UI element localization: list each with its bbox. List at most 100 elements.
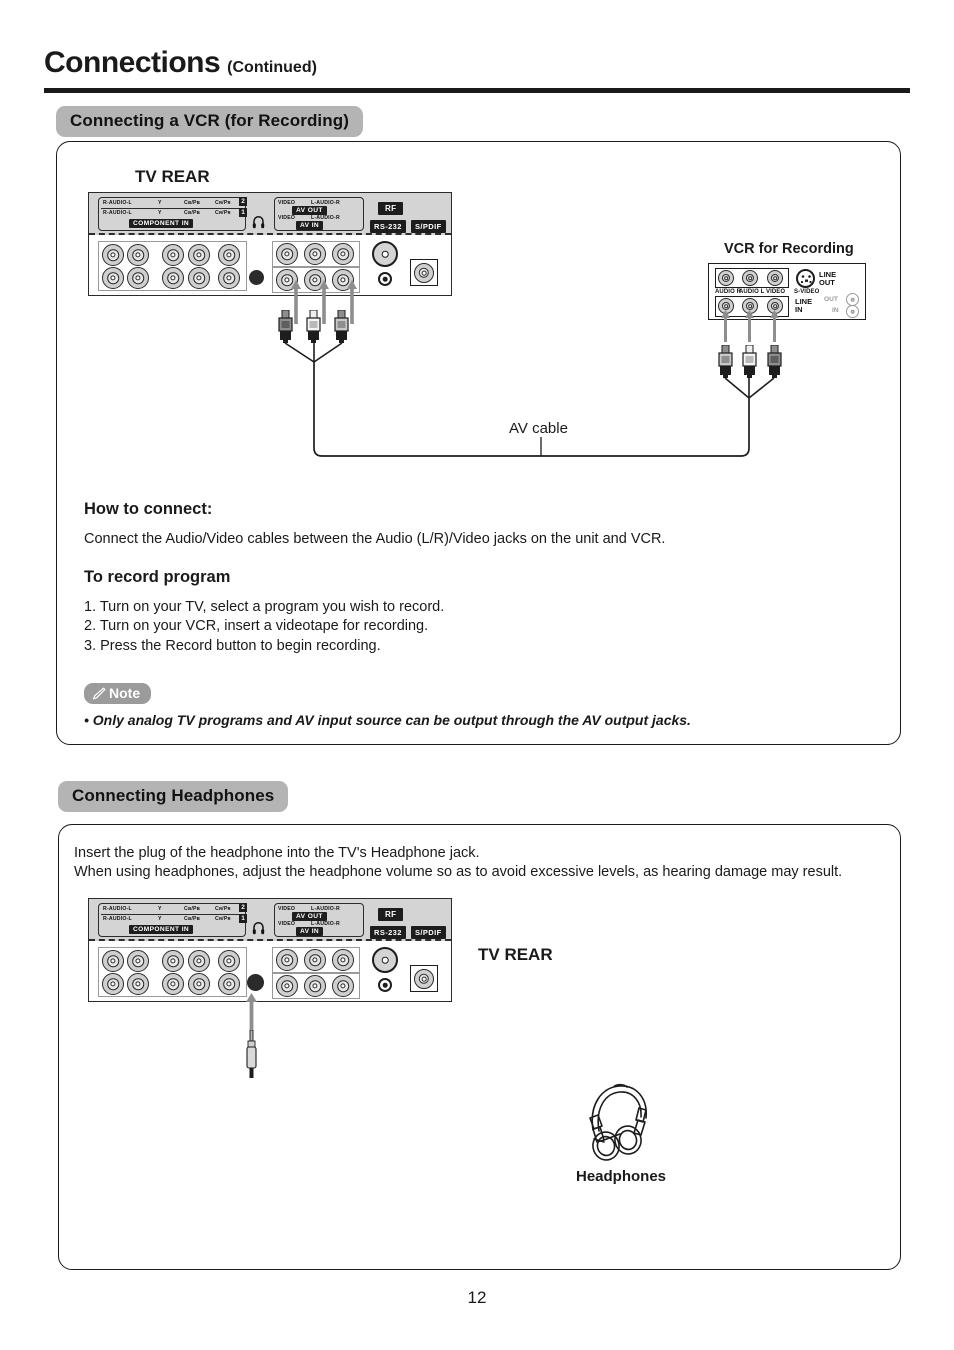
tv-rear-panel-diagram-2: R-AUDIO-L Y Cʙ/Pʙ Cʀ/Pʀ 2 R-AUDIO-L Y Cʙ… — [88, 898, 452, 1002]
rca-plug-tv-audio-l — [305, 309, 322, 348]
pencil-icon — [92, 687, 106, 700]
headphone-plug — [244, 1029, 259, 1083]
component-jack — [188, 973, 210, 995]
record-step-2: 2. Turn on your VCR, insert a videotape … — [84, 618, 429, 634]
component-input-number-1: 1 — [239, 914, 247, 923]
component-input-number-1: 1 — [239, 208, 247, 217]
rf-jack — [372, 241, 398, 267]
rca-plug-vcr-audio-l — [741, 344, 758, 383]
component-row1-pr: Cʀ/Pʀ — [215, 916, 231, 922]
component-jack — [218, 973, 240, 995]
page-title-continued: (Continued) — [227, 59, 317, 76]
spdif-jack-box — [410, 259, 438, 286]
title-divider — [44, 88, 910, 93]
component-jack — [162, 973, 184, 995]
record-step-1: 1. Turn on your TV, select a program you… — [84, 599, 445, 615]
component-row2-y: Y — [158, 200, 162, 206]
component-input-number-2: 2 — [239, 903, 247, 912]
rca-plug-vcr-audio-r — [717, 344, 734, 383]
rf-jack — [372, 947, 398, 973]
component-jack — [218, 950, 240, 972]
headphone-icon — [252, 921, 265, 940]
component-jack — [188, 244, 210, 266]
component-row1-audio: R-AUDIO-L — [103, 916, 132, 922]
vcr-video-label: VIDEO — [766, 289, 786, 295]
component-jack — [162, 950, 184, 972]
rca-plug-tv-audio-r — [333, 309, 350, 348]
component-row2-audio: R-AUDIO-L — [103, 200, 132, 206]
spdif-jack — [414, 263, 434, 283]
component-input-number-2: 2 — [239, 197, 247, 206]
rf-tag: RF — [378, 908, 404, 921]
component-jack — [218, 267, 240, 289]
note-badge-label: Note — [109, 685, 141, 701]
component-in-tag: COMPONENT IN — [129, 925, 194, 934]
component-jack — [127, 267, 149, 289]
component-jack — [162, 267, 184, 289]
tv-rear-label-2: TV REAR — [478, 945, 553, 964]
page-number: 12 — [467, 1288, 487, 1307]
vcr-line-out-audio-r-jack — [718, 270, 734, 286]
av-in-audio-r-jack — [332, 975, 354, 997]
component-row2-audio: R-AUDIO-L — [103, 906, 132, 912]
component-row2-pb: Cʙ/Pʙ — [184, 200, 201, 206]
section-heading-vcr: Connecting a VCR (for Recording) — [56, 106, 363, 137]
av-out-audio-r-jack — [332, 949, 354, 971]
vcr-line-in-arrow-audio-l — [745, 310, 754, 347]
component-row1-pr: Cʀ/Pʀ — [215, 210, 231, 216]
vcr-audio-r-label: AUDIO R — [715, 289, 742, 295]
component-jack — [188, 950, 210, 972]
vcr-s-video-label: S-VIDEO — [794, 289, 820, 295]
component-jack — [127, 950, 149, 972]
av-in-tag: AV IN — [296, 927, 324, 936]
vcr-rf-in-jack — [846, 305, 859, 318]
spdif-jack — [414, 969, 434, 989]
component-row2-y: Y — [158, 906, 162, 912]
tv-rear-label-1: TV REAR — [135, 167, 210, 186]
component-row-divider — [101, 208, 243, 209]
vcr-line-out-audio-l-jack — [742, 270, 758, 286]
headphone-jack — [249, 270, 264, 285]
av-in-video-label: VIDEO — [278, 921, 296, 927]
av-out-audio-l-jack — [304, 243, 326, 265]
component-row1-pb: Cʙ/Pʙ — [184, 916, 201, 922]
component-jack — [127, 973, 149, 995]
headphones-section-panel — [58, 824, 901, 1270]
headphones-label: Headphones — [576, 1168, 667, 1185]
component-jack — [102, 973, 124, 995]
vcr-in-label: IN — [832, 307, 839, 314]
record-step-3: 3. Press the Record button to begin reco… — [84, 638, 381, 654]
av-out-video-jack — [276, 949, 298, 971]
vcr-rear-panel-diagram: AUDIO R AUDIO L VIDEO LINE OUT S-VIDEO L… — [708, 263, 866, 320]
av-out-tag: AV OUT — [292, 912, 327, 921]
av-in-video-jack — [276, 975, 298, 997]
note-badge: Note — [84, 683, 152, 704]
component-jack — [162, 244, 184, 266]
component-in-tag: COMPONENT IN — [129, 219, 194, 228]
vcr-line-out-label-out: OUT — [819, 278, 835, 287]
headphones-body-line-1: Insert the plug of the headphone into th… — [74, 845, 480, 861]
component-row2-pr: Cʀ/Pʀ — [215, 200, 231, 206]
headphones-body-line-2: When using headphones, adjust the headph… — [74, 864, 843, 880]
av-out-tag: AV OUT — [292, 206, 327, 215]
component-row-divider — [101, 914, 243, 915]
rs232-jack — [378, 272, 392, 286]
component-jack — [102, 267, 124, 289]
s-video-jack — [796, 269, 815, 288]
component-jack — [102, 244, 124, 266]
component-row1-y: Y — [158, 210, 162, 216]
av-out-audio-r-jack — [332, 243, 354, 265]
tv-rear-panel-diagram-1: R-AUDIO-L Y Cʙ/Pʙ Cʀ/Pʀ 2 R-AUDIO-L Y Cʙ… — [88, 192, 452, 296]
vcr-out-label: OUT — [824, 296, 838, 303]
av-in-tag: AV IN — [296, 221, 324, 230]
rca-plug-tv-video — [277, 309, 294, 348]
note-text: • Only analog TV programs and AV input s… — [84, 712, 691, 728]
av-in-video-label: VIDEO — [278, 215, 296, 221]
component-jack — [127, 244, 149, 266]
rf-tag: RF — [378, 202, 404, 215]
vcr-audio-l-label: AUDIO L — [739, 289, 765, 295]
component-row2-pr: Cʀ/Pʀ — [215, 906, 231, 912]
vcr-line-in-arrow-video — [770, 310, 779, 347]
page-header: Connections (Continued) — [44, 46, 910, 80]
to-record-program-heading: To record program — [84, 568, 231, 586]
